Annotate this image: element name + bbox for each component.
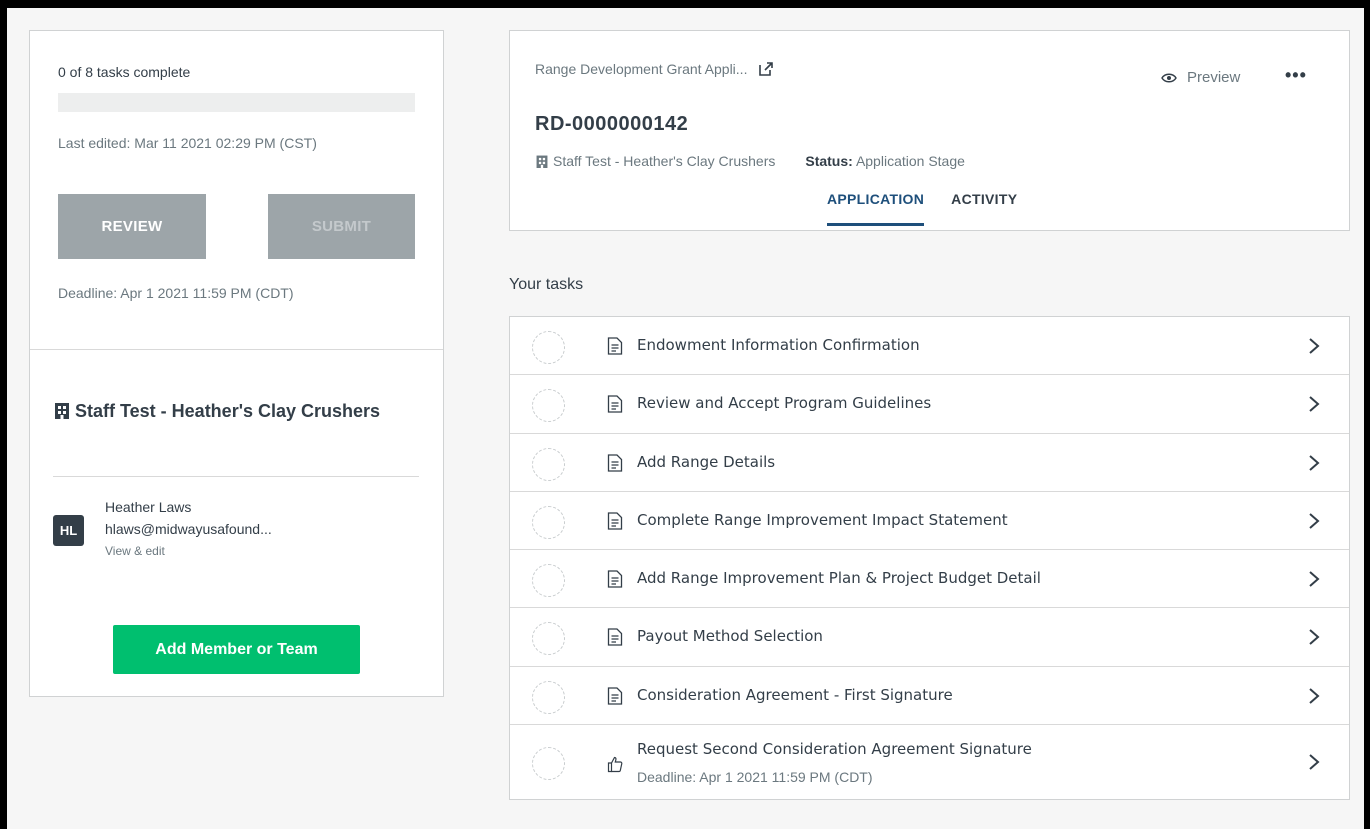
task-title: Request Second Consideration Agreement S…	[637, 740, 1032, 759]
task-row[interactable]: Request Second Consideration Agreement S…	[510, 725, 1349, 799]
task-status-circle	[532, 680, 565, 714]
document-icon	[607, 512, 623, 530]
submission-summary-panel: 0 of 8 tasks complete Last edited: Mar 1…	[29, 30, 444, 697]
task-row[interactable]: Endowment Information Confirmation	[510, 317, 1349, 376]
application-name-link[interactable]: Range Development Grant Appli...	[535, 61, 774, 77]
task-title: Payout Method Selection	[637, 627, 823, 646]
chevron-right-icon	[1309, 629, 1320, 646]
application-id: RD-0000000142	[535, 113, 689, 135]
submit-button[interactable]: SUBMIT	[268, 194, 415, 259]
task-row[interactable]: Add Range Details	[510, 434, 1349, 492]
add-member-button[interactable]: Add Member or Team	[113, 625, 360, 674]
preview-label: Preview	[1187, 69, 1241, 86]
task-status-circle	[532, 389, 565, 423]
chevron-right-icon	[1309, 396, 1320, 413]
task-title: Endowment Information Confirmation	[637, 336, 920, 354]
organization-name: Staff Test - Heather's Clay Crushers	[75, 401, 381, 421]
preview-button[interactable]: Preview	[1161, 69, 1240, 86]
application-name: Range Development Grant Appli...	[535, 61, 748, 77]
deadline-text: Deadline: Apr 1 2021 11:59 PM (CDT)	[58, 285, 294, 301]
task-title: Consideration Agreement - First Signatur…	[637, 685, 953, 704]
document-icon	[607, 628, 623, 647]
chevron-right-icon	[1309, 338, 1320, 354]
task-status-circle	[532, 747, 565, 781]
task-row[interactable]: Complete Range Improvement Impact Statem…	[510, 492, 1349, 551]
task-status-circle	[532, 622, 565, 656]
tab-application[interactable]: APPLICATION	[827, 191, 925, 226]
document-icon	[607, 687, 623, 705]
status-label: Status:	[805, 153, 853, 169]
status-value: Application Stage	[855, 153, 965, 169]
progress-bar	[58, 93, 415, 112]
task-row[interactable]: Consideration Agreement - First Signatur…	[510, 667, 1349, 726]
task-status-circle	[532, 331, 565, 364]
task-title: Complete Range Improvement Impact Statem…	[637, 510, 1008, 529]
task-row[interactable]: Payout Method Selection	[510, 608, 1349, 667]
application-meta: Staff Test - Heather's Clay Crushers Sta…	[535, 153, 965, 169]
document-icon	[607, 570, 623, 588]
external-link-icon	[759, 62, 774, 76]
task-title: Add Range Improvement Plan & Project Bud…	[637, 569, 1041, 588]
member-email: hlaws@midwayusafound...	[105, 521, 272, 537]
chevron-right-icon	[1309, 571, 1320, 587]
progress-text: 0 of 8 tasks complete	[58, 64, 191, 80]
review-button[interactable]: REVIEW	[58, 194, 206, 259]
member-name: Heather Laws	[105, 499, 192, 515]
application-header-card: Range Development Grant Appli... Preview…	[509, 30, 1350, 231]
task-status-circle	[532, 447, 565, 481]
thumbs-up-icon	[607, 756, 623, 773]
tab-activity[interactable]: ACTIVITY	[951, 191, 1017, 226]
avatar: HL	[53, 515, 84, 546]
task-title: Review and Accept Program Guidelines	[637, 394, 932, 413]
more-options-button[interactable]: •••	[1285, 65, 1307, 86]
view-edit-link[interactable]: View & edit	[105, 544, 165, 558]
building-icon	[55, 403, 69, 419]
chevron-right-icon	[1309, 754, 1320, 770]
meta-org-name: Staff Test - Heather's Clay Crushers	[553, 153, 776, 169]
page-canvas: 0 of 8 tasks complete Last edited: Mar 1…	[7, 8, 1364, 829]
chevron-right-icon	[1309, 688, 1320, 704]
summary-section: 0 of 8 tasks complete Last edited: Mar 1…	[30, 31, 443, 350]
document-icon	[607, 453, 623, 472]
chevron-right-icon	[1309, 513, 1320, 529]
building-icon	[536, 155, 548, 168]
task-status-circle	[532, 564, 565, 598]
task-deadline: Deadline: Apr 1 2021 11:59 PM (CDT)	[637, 769, 873, 786]
document-icon	[607, 337, 623, 355]
eye-icon	[1161, 73, 1177, 82]
organization-title: Staff Test - Heather's Clay Crushers	[53, 395, 423, 427]
task-row[interactable]: Add Range Improvement Plan & Project Bud…	[510, 550, 1349, 609]
status-badge: Status: Application Stage	[805, 153, 965, 169]
task-title: Add Range Details	[637, 452, 776, 471]
tab-bar: APPLICATION ACTIVITY	[827, 191, 1017, 226]
document-icon	[607, 395, 623, 413]
task-row[interactable]: Review and Accept Program Guidelines	[510, 375, 1349, 434]
divider	[53, 476, 419, 477]
tasks-heading: Your tasks	[509, 276, 584, 293]
chevron-right-icon	[1309, 454, 1320, 471]
last-edited-text: Last edited: Mar 11 2021 02:29 PM (CST)	[58, 135, 317, 151]
task-list: Endowment Information Confirmation Revie…	[509, 316, 1350, 801]
task-status-circle	[532, 505, 565, 539]
meta-organization: Staff Test - Heather's Clay Crushers	[535, 153, 775, 169]
